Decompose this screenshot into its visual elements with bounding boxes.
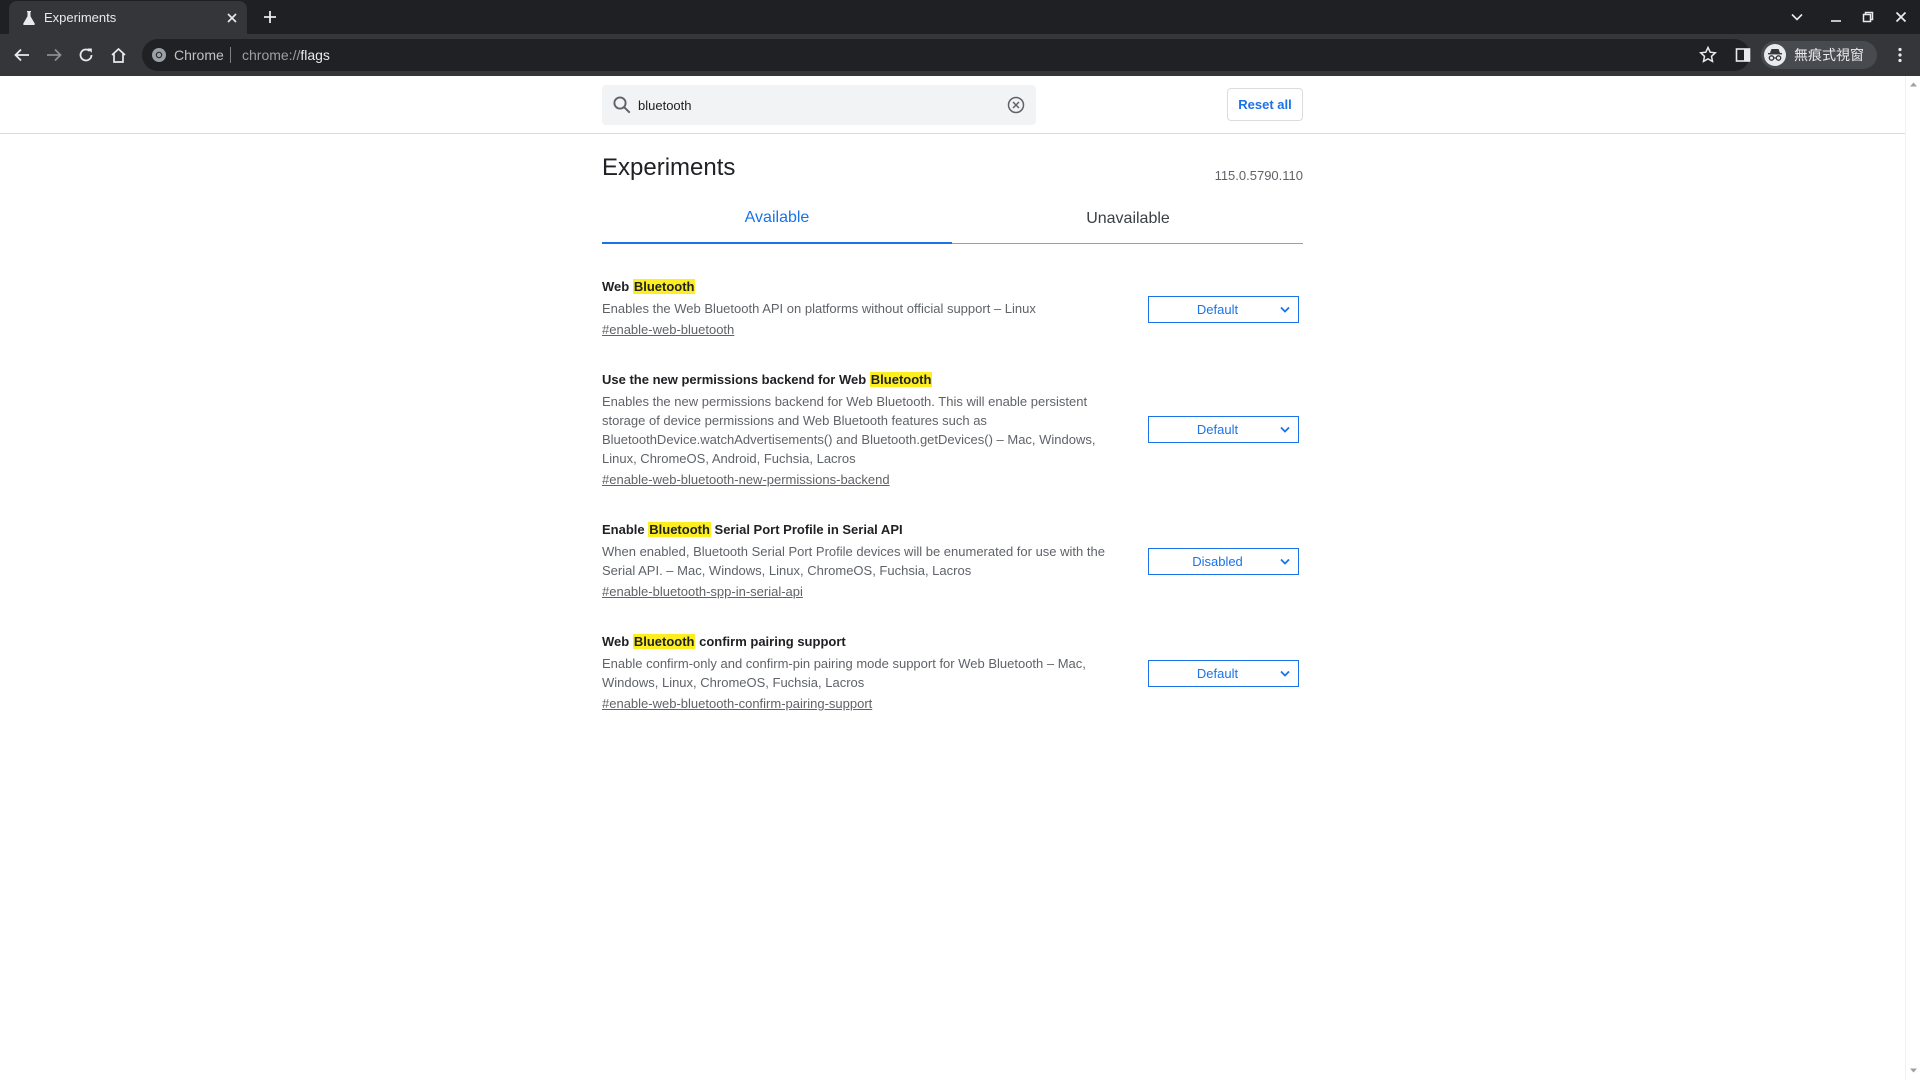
chevron-down-icon [1280,558,1290,565]
tab-strip: Experiments [0,0,1920,34]
experiment-title-text: Use the new permissions backend for Web [602,372,870,387]
arrow-right-icon [47,48,62,62]
experiment-state-select[interactable]: Default [1148,416,1299,443]
experiment-web-bluetooth-new-permissions-backend: Use the new permissions backend for Web … [602,371,1303,489]
back-button[interactable] [10,43,34,67]
experiment-title: Web Bluetooth confirm pairing support [602,633,1303,651]
experiment-web-bluetooth: Web Bluetooth Enables the Web Bluetooth … [602,278,1303,339]
search-input[interactable] [638,92,998,118]
incognito-profile-button[interactable]: 無痕式視窗 [1761,41,1877,69]
search-icon [613,96,631,114]
tab-close-button[interactable] [223,9,241,27]
experiment-web-bluetooth-confirm-pairing-support: Web Bluetooth confirm pairing support En… [602,633,1303,713]
forward-button[interactable] [42,43,66,67]
flags-header: Reset all [0,76,1905,134]
experiment-bluetooth-spp-in-serial-api: Enable Bluetooth Serial Port Profile in … [602,521,1303,601]
version-label: 115.0.5790.110 [1214,168,1303,183]
url-text: chrome://flags [242,47,330,63]
search-highlight: Bluetooth [869,372,933,387]
experiment-description: Enables the Web Bluetooth API on platfor… [602,301,1036,316]
chevron-down-icon [1280,670,1290,677]
experiment-permalink[interactable]: #enable-web-bluetooth-new-permissions-ba… [602,471,890,489]
clear-search-icon[interactable] [1007,96,1025,114]
arrow-left-icon [14,48,29,62]
tab-title: Experiments [44,10,117,25]
scroll-up-icon[interactable] [1909,80,1918,89]
select-value: Default [1196,422,1239,437]
minimize-button[interactable] [1826,7,1846,27]
reload-button[interactable] [74,43,98,67]
experiment-title: Use the new permissions backend for Web … [602,371,1303,389]
experiment-title-text: Web [602,634,633,649]
close-window-button[interactable] [1891,7,1911,27]
url-host: flags [300,47,330,63]
browser-toolbar: Chrome chrome://flags 無痕式視窗 [0,34,1920,76]
select-value: Default [1196,666,1239,681]
side-panel-button[interactable] [1731,43,1755,67]
experiment-description: Enable confirm-only and confirm-pin pair… [602,656,1086,690]
experiments-tabs: Available Unavailable [602,194,1303,244]
page-title: Experiments [602,154,736,181]
side-panel-icon [1735,48,1751,62]
home-button[interactable] [106,43,130,67]
search-highlight: Bluetooth [648,522,711,537]
search-highlight: Bluetooth [632,634,696,649]
restore-icon [1862,11,1874,23]
experiment-permalink[interactable]: #enable-web-bluetooth-confirm-pairing-su… [602,695,872,713]
restore-button[interactable] [1858,7,1878,27]
experiment-title-text: Enable [602,522,649,537]
minimize-icon [1831,20,1841,22]
experiment-title-text: Web [602,279,633,294]
experiment-description: When enabled, Bluetooth Serial Port Prof… [602,544,1105,578]
more-vert-icon [1898,47,1902,63]
select-value: Default [1196,302,1239,317]
incognito-icon [1764,44,1786,66]
tab-available[interactable]: Available [602,194,952,244]
home-icon [110,47,126,63]
select-value: Disabled [1192,554,1243,569]
experiment-title-text: confirm pairing support [695,634,846,649]
close-icon [1895,11,1907,23]
experiment-description: Enables the new permissions backend for … [602,394,1096,466]
close-icon [227,13,237,23]
address-bar[interactable]: Chrome chrome://flags [142,39,1750,71]
experiment-title-text: Serial Port Profile in Serial API [710,522,903,537]
experiment-state-select[interactable]: Disabled [1148,548,1299,575]
scroll-down-icon[interactable] [1909,1066,1918,1075]
experiment-permalink[interactable]: #enable-web-bluetooth [602,321,734,339]
chevron-down-icon [1280,426,1290,433]
chrome-logo-icon [152,48,166,62]
experiment-title: Enable Bluetooth Serial Port Profile in … [602,521,1303,539]
bookmark-star-icon[interactable] [1698,45,1718,65]
chevron-down-icon [1280,306,1290,313]
chrome-menu-button[interactable] [1888,43,1912,67]
experiment-title: Web Bluetooth [602,278,1303,296]
flask-icon [23,11,35,25]
chevron-down-icon [1791,13,1803,21]
experiment-state-select[interactable]: Default [1148,296,1299,323]
url-scheme: chrome:// [242,47,301,63]
new-tab-button[interactable] [259,6,281,28]
experiment-state-select[interactable]: Default [1148,660,1299,687]
experiment-permalink[interactable]: #enable-bluetooth-spp-in-serial-api [602,583,803,601]
flags-page: Reset all Experiments 115.0.5790.110 Ava… [0,76,1905,1080]
tab-search-button[interactable] [1787,7,1807,27]
plus-icon [264,11,276,23]
reset-all-button[interactable]: Reset all [1227,88,1303,121]
profile-label: 無痕式視窗 [1794,47,1864,63]
site-chip-label: Chrome [174,47,224,63]
tab-unavailable[interactable]: Unavailable [953,194,1303,244]
search-box[interactable] [602,85,1036,125]
search-highlight: Bluetooth [632,279,696,294]
tab-experiments[interactable]: Experiments [9,1,247,34]
chip-divider [230,47,231,63]
page-scrollbar[interactable] [1905,76,1920,1080]
reload-icon [79,48,93,62]
